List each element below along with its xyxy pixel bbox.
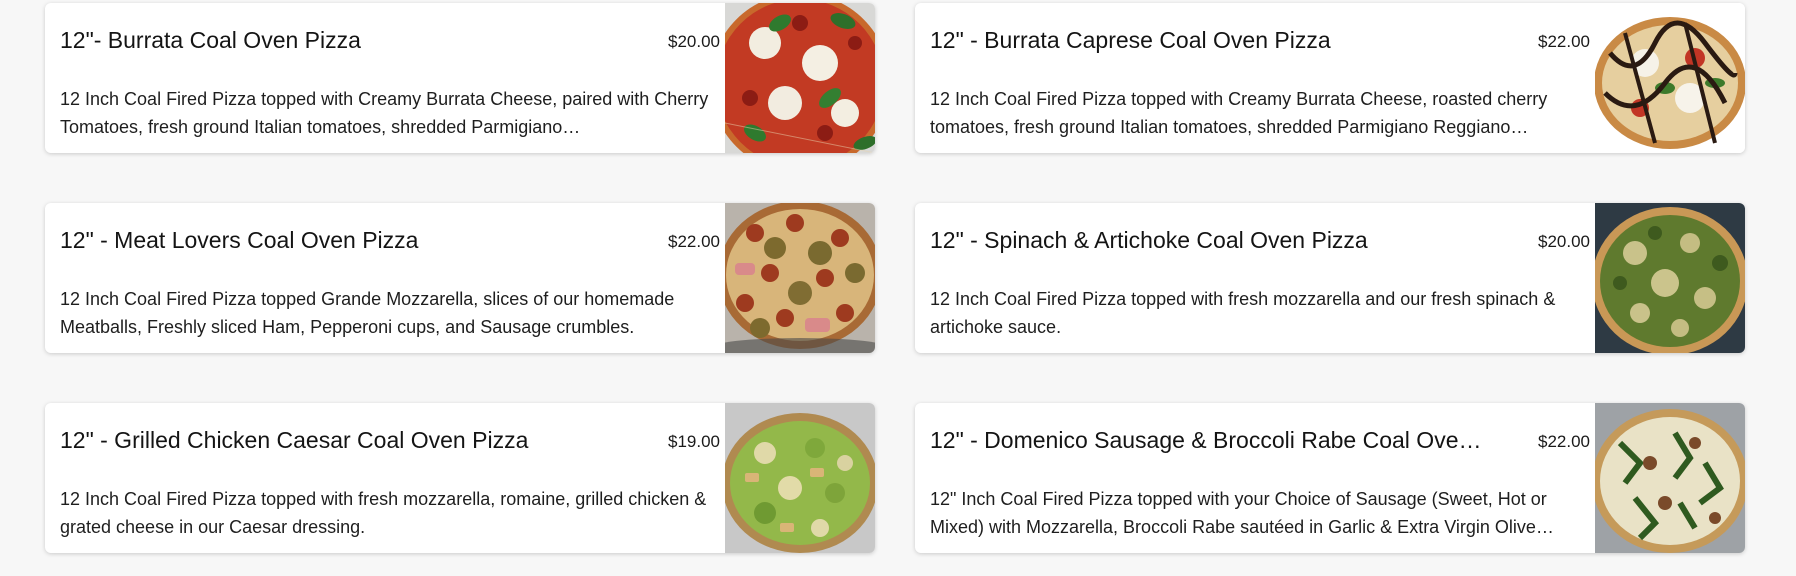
menu-item-card[interactable]: 12" - Burrata Caprese Coal Oven Pizza $2… xyxy=(915,3,1745,153)
menu-item-price: $22.00 xyxy=(668,232,720,251)
menu-item-body: 12" - Burrata Caprese Coal Oven Pizza $2… xyxy=(930,3,1590,153)
menu-item-price: $22.00 xyxy=(1538,32,1590,51)
menu-item-price: $20.00 xyxy=(668,32,720,51)
burrata-pizza-photo xyxy=(725,3,875,153)
menu-grid: 12"- Burrata Coal Oven Pizza $20.00 12 I… xyxy=(0,0,1796,576)
menu-item-title: 12" - Spinach & Artichoke Coal Oven Pizz… xyxy=(930,227,1368,253)
menu-item-price: $19.00 xyxy=(668,432,720,451)
menu-item-description: 12 Inch Coal Fired Pizza topped Grande M… xyxy=(60,289,675,337)
chicken-caesar-pizza-photo xyxy=(725,403,875,553)
menu-item-description: 12 Inch Coal Fired Pizza topped with Cre… xyxy=(930,89,1548,137)
menu-item-card[interactable]: 12" - Grilled Chicken Caesar Coal Oven P… xyxy=(45,403,875,553)
menu-item-card[interactable]: 12" - Spinach & Artichoke Coal Oven Pizz… xyxy=(915,203,1745,353)
menu-item-title: 12" - Domenico Sausage & Broccoli Rabe C… xyxy=(930,427,1490,453)
menu-item-title: 12" - Meat Lovers Coal Oven Pizza xyxy=(60,227,419,253)
menu-item-card[interactable]: 12" - Meat Lovers Coal Oven Pizza $22.00… xyxy=(45,203,875,353)
caprese-pizza-photo xyxy=(1595,3,1745,153)
sausage-broccoli-rabe-pizza-photo xyxy=(1595,403,1745,553)
menu-item-title: 12" - Grilled Chicken Caesar Coal Oven P… xyxy=(60,427,529,453)
menu-item-card[interactable]: 12"- Burrata Coal Oven Pizza $20.00 12 I… xyxy=(45,3,875,153)
menu-item-title: 12" - Burrata Caprese Coal Oven Pizza xyxy=(930,27,1331,53)
menu-item-price: $20.00 xyxy=(1538,232,1590,251)
menu-item-price: $22.00 xyxy=(1538,432,1590,451)
menu-item-body: 12" - Spinach & Artichoke Coal Oven Pizz… xyxy=(930,203,1590,353)
menu-item-description: 12 Inch Coal Fired Pizza topped with Cre… xyxy=(60,89,709,137)
menu-item-body: 12"- Burrata Coal Oven Pizza $20.00 12 I… xyxy=(60,3,720,153)
menu-item-body: 12" - Meat Lovers Coal Oven Pizza $22.00… xyxy=(60,203,720,353)
menu-item-description: 12 Inch Coal Fired Pizza topped with fre… xyxy=(60,489,707,537)
spinach-artichoke-pizza-photo xyxy=(1595,203,1745,353)
menu-item-description: 12 Inch Coal Fired Pizza topped with fre… xyxy=(930,289,1556,337)
menu-item-card[interactable]: 12" - Domenico Sausage & Broccoli Rabe C… xyxy=(915,403,1745,553)
menu-item-title: 12"- Burrata Coal Oven Pizza xyxy=(60,27,361,53)
meat-lovers-pizza-photo xyxy=(725,203,875,353)
menu-item-body: 12" - Grilled Chicken Caesar Coal Oven P… xyxy=(60,403,720,553)
menu-item-body: 12" - Domenico Sausage & Broccoli Rabe C… xyxy=(930,403,1590,553)
menu-item-description: 12" Inch Coal Fired Pizza topped with yo… xyxy=(930,489,1554,537)
